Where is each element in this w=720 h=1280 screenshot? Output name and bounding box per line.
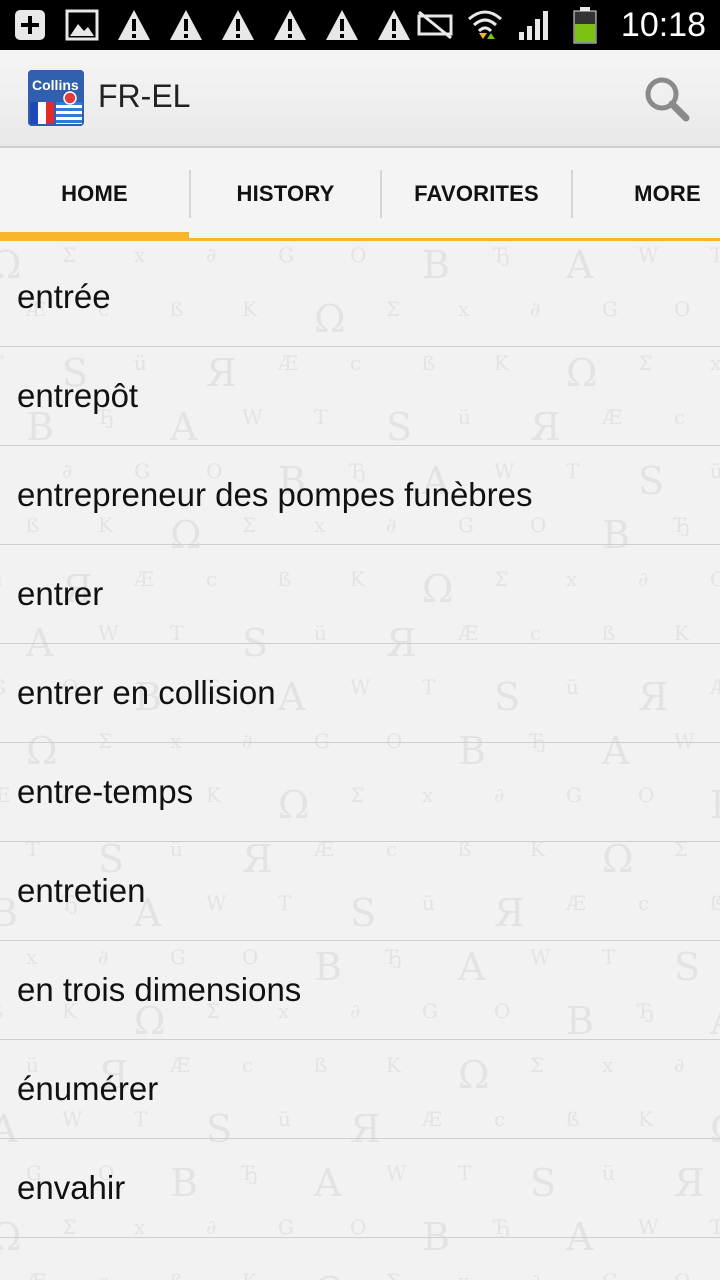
background-glyph: G [602,1269,618,1280]
wifi-icon [465,6,505,44]
list-item[interactable]: entretien [0,842,720,941]
warning-icon [114,6,154,44]
tab-history[interactable]: HISTORY [191,148,380,240]
background-glyph: x [458,1269,469,1280]
status-bar: 10:18 [0,0,720,50]
signal-icon [515,6,555,44]
list-item[interactable]: entrer en collision [0,644,720,743]
word-list: entrée entrepôt entrepreneur des pompes … [0,248,720,1238]
warning-icon [166,6,206,44]
background-glyph: Σ [386,1269,400,1280]
warning-icon [322,6,362,44]
tab-favorites[interactable]: FAVORITES [382,148,571,240]
image-icon [62,6,102,44]
warning-icon [218,6,258,44]
add-box-icon [10,6,50,44]
list-item[interactable]: entrepôt [0,347,720,446]
list-item[interactable]: énumérer [0,1040,720,1139]
tab-selected-indicator [0,232,189,240]
list-item[interactable]: entre-temps [0,743,720,842]
list-item[interactable]: entrée [0,248,720,347]
list-item[interactable]: entrer [0,545,720,644]
background-glyph: c [98,1269,109,1280]
warning-icon [374,6,414,44]
background-glyph: K [242,1269,257,1280]
background-glyph: O [674,1269,690,1280]
app-title: FR-EL [98,78,191,114]
svg-text:Collins: Collins [32,77,79,93]
background-glyph: Ω [314,1269,346,1280]
background-glyph: ß [170,1269,183,1280]
tab-bar: HOME HISTORY FAVORITES MORE [0,148,720,241]
tab-more[interactable]: MORE [573,148,720,240]
battery-icon [565,6,605,44]
action-bar: Collins FR-EL [0,50,720,148]
warning-icon [270,6,310,44]
list-item[interactable]: en trois dimensions [0,941,720,1040]
background-glyph: ∂ [530,1269,540,1280]
tab-home[interactable]: HOME [0,148,189,240]
search-icon [645,77,690,122]
search-button[interactable] [642,74,692,124]
list-item[interactable]: entrepreneur des pompes funèbres [0,446,720,545]
silent-mode-icon [415,6,455,44]
background-glyph: Æ [26,1269,46,1280]
status-time: 10:18 [620,6,706,44]
list-item[interactable]: envahir [0,1139,720,1238]
collins-app-icon: Collins [28,70,84,126]
